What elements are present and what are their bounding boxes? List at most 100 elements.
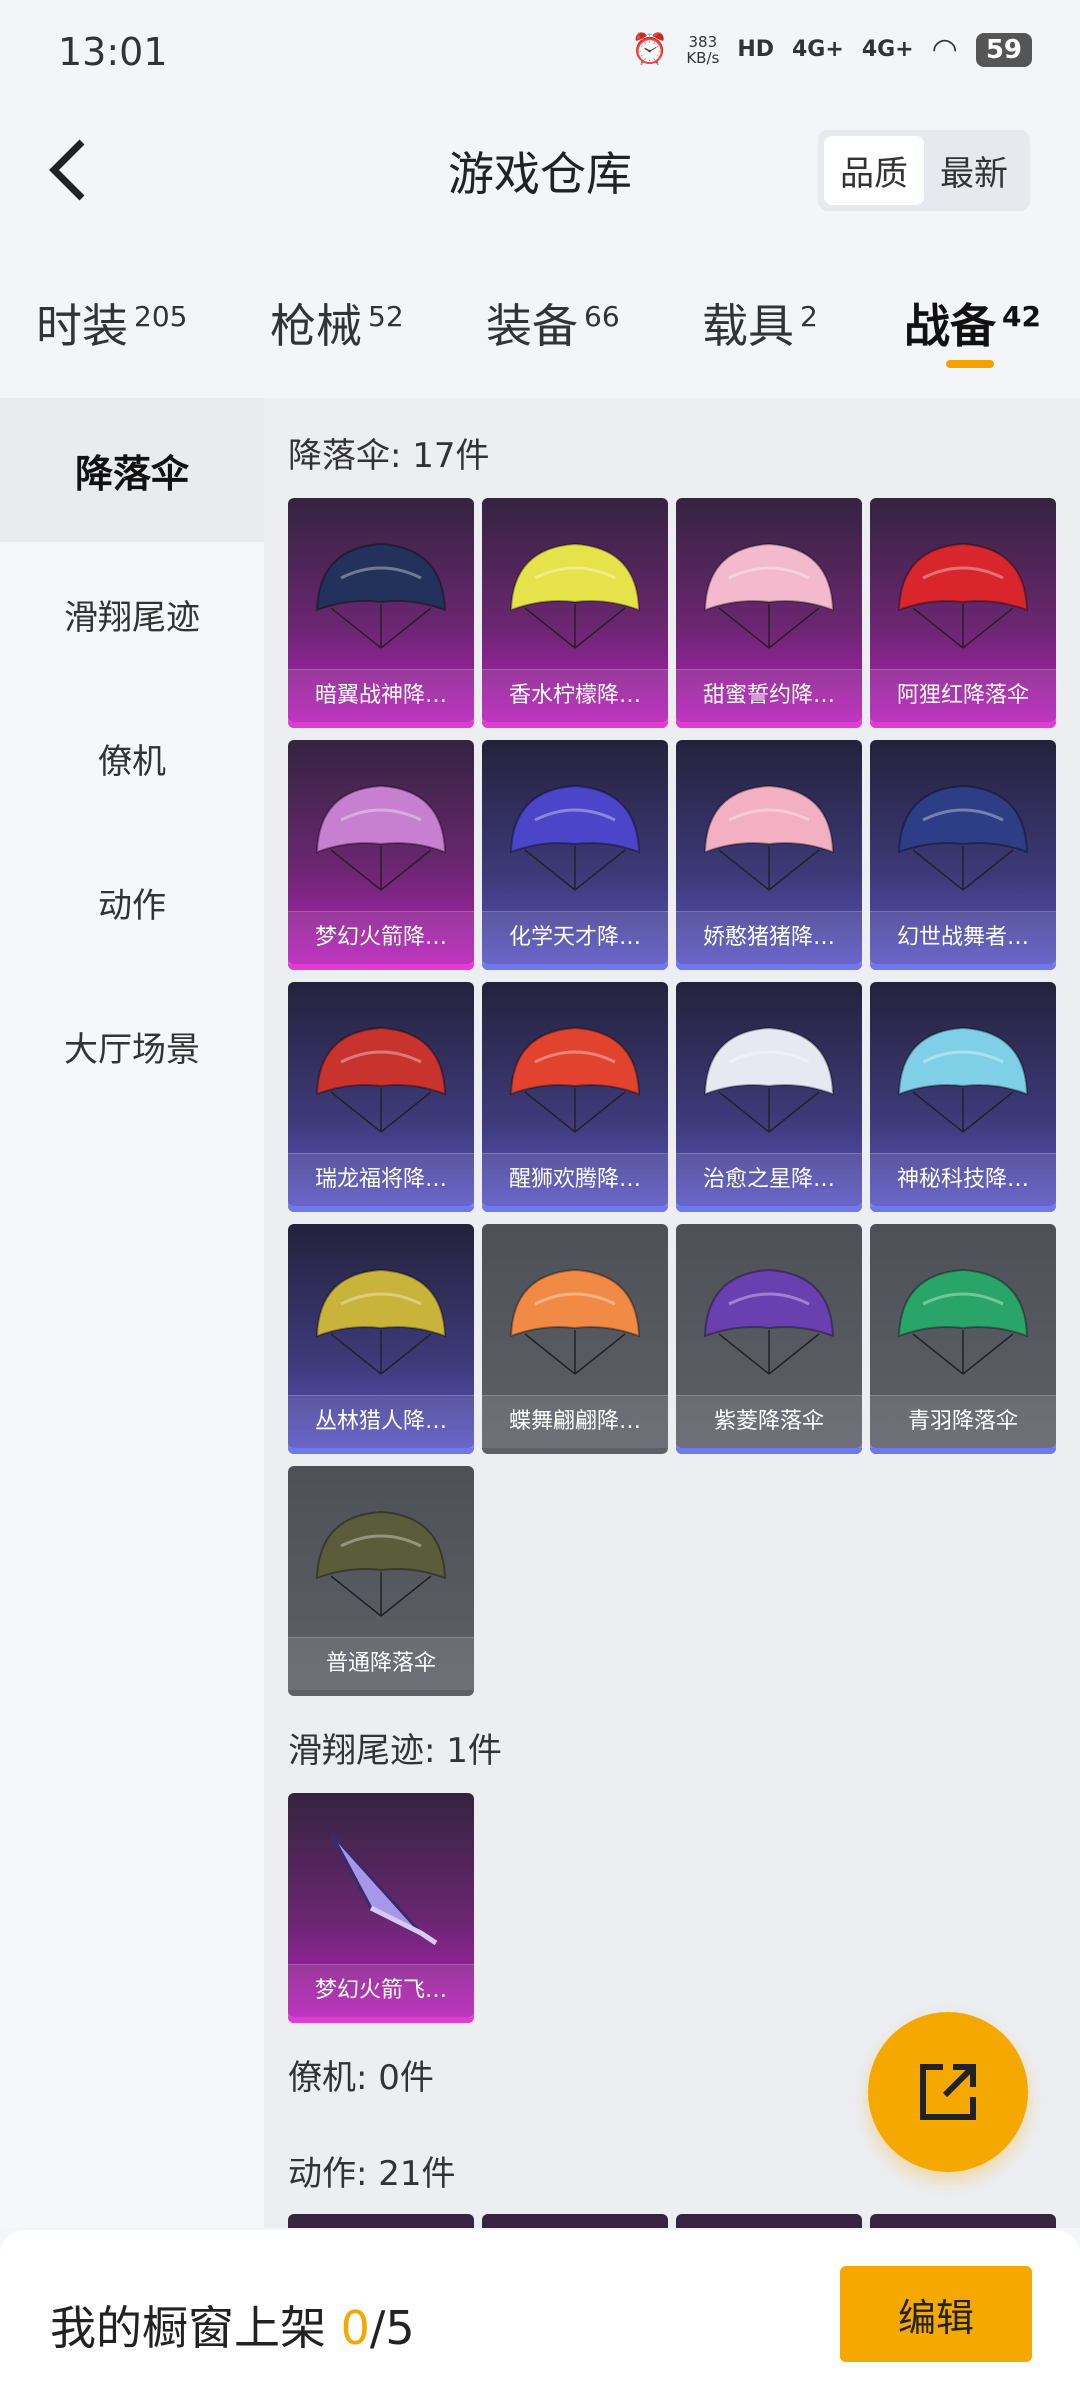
- item-card[interactable]: [676, 2214, 862, 2228]
- trail-grid: 梦幻火箭飞…: [288, 1793, 1056, 2023]
- item-content: 降落伞: 17件 暗翼战神降… 香水柠檬降… 甜蜜誓约降… 阿狸红降落伞梦幻火箭降… 化…: [264, 398, 1080, 2228]
- section-title-wingman: 僚机: 0件: [288, 2058, 434, 2098]
- item-card[interactable]: 香水柠檬降…: [482, 498, 668, 728]
- tab-count: 66: [584, 299, 620, 333]
- status-time: 13:01: [58, 30, 168, 74]
- hd-icon: HD: [737, 37, 774, 62]
- showcase-status: 我的橱窗上架 0/5: [50, 2292, 415, 2358]
- item-name: 娇憨猪猪降…: [676, 911, 862, 964]
- item-card[interactable]: 紫菱降落伞: [676, 1224, 862, 1454]
- item-card[interactable]: [482, 2214, 668, 2228]
- item-name: 梦幻火箭飞…: [288, 1964, 474, 2017]
- item-card[interactable]: 醒狮欢腾降…: [482, 982, 668, 1212]
- parachute-icon: [315, 784, 447, 891]
- section-title-trail: 滑翔尾迹: 1件: [288, 1731, 502, 1771]
- emote-grid: [288, 2214, 1056, 2228]
- share-button[interactable]: [868, 2012, 1028, 2172]
- sidebar: 降落伞 滑翔尾迹 僚机 动作 大厅场景: [0, 398, 264, 2228]
- showcase-current: 0: [340, 2301, 370, 2355]
- battery-icon: 59: [975, 32, 1032, 67]
- item-name: 醒狮欢腾降…: [482, 1153, 668, 1206]
- item-name: 暗翼战神降…: [288, 669, 474, 722]
- parachute-icon: [897, 542, 1029, 649]
- item-card[interactable]: 化学天才降…: [482, 740, 668, 970]
- item-name: 幻世战舞者…: [870, 911, 1056, 964]
- net-speed: 383 KB/s: [686, 34, 719, 66]
- tab-label: 装备: [486, 299, 578, 353]
- signal-icon-2: 4G+: [861, 37, 914, 62]
- active-tab-indicator: [946, 360, 994, 368]
- item-card[interactable]: 娇憨猪猪降…: [676, 740, 862, 970]
- tab-label: 时装: [36, 299, 128, 353]
- item-name: 蝶舞翩翩降…: [482, 1395, 668, 1448]
- tab-label: 枪械: [270, 299, 362, 353]
- item-card[interactable]: 丛林猎人降…: [288, 1224, 474, 1454]
- parachute-icon: [509, 784, 641, 891]
- glide-trail-icon: [329, 1831, 438, 1946]
- tab-label: 战备: [904, 299, 996, 353]
- parachute-icon: [703, 542, 835, 649]
- item-card[interactable]: 梦幻火箭降…: [288, 740, 474, 970]
- item-name: 阿狸红降落伞: [870, 669, 1056, 722]
- sidebar-item-emote[interactable]: 动作: [0, 830, 264, 974]
- bottom-bar: 我的橱窗上架 0/5 编辑: [0, 2230, 1080, 2400]
- category-tabs: 时装 205 枪械 52 装备 66 载具 2 战备 42: [0, 260, 1080, 380]
- tab-guns[interactable]: 枪械 52: [270, 290, 404, 356]
- item-name: 梦幻火箭降…: [288, 911, 474, 964]
- tab-vehicles[interactable]: 载具 2: [702, 290, 818, 356]
- section-title-parachute: 降落伞: 17件: [288, 436, 490, 476]
- parachute-icon: [509, 1268, 641, 1375]
- showcase-label: 我的橱窗上架: [50, 2301, 326, 2355]
- item-name: 青羽降落伞: [870, 1395, 1056, 1448]
- tab-count: 205: [134, 299, 188, 333]
- item-card[interactable]: 梦幻火箭飞…: [288, 1793, 474, 2023]
- parachute-grid: 暗翼战神降… 香水柠檬降… 甜蜜誓约降… 阿狸红降落伞梦幻火箭降… 化学天才降… 娇憨猪猪…: [288, 498, 1056, 1696]
- edit-button[interactable]: 编辑: [840, 2266, 1032, 2362]
- parachute-icon: [897, 784, 1029, 891]
- tab-readiness[interactable]: 战备 42: [904, 290, 1041, 368]
- sidebar-item-wingman[interactable]: 僚机: [0, 686, 264, 830]
- item-card[interactable]: 青羽降落伞: [870, 1224, 1056, 1454]
- sidebar-item-parachute[interactable]: 降落伞: [0, 398, 264, 542]
- item-card[interactable]: 普通降落伞: [288, 1466, 474, 1696]
- tab-label: 载具: [702, 299, 794, 353]
- parachute-icon: [509, 1026, 641, 1133]
- tab-count: 2: [800, 299, 818, 333]
- item-card[interactable]: 阿狸红降落伞: [870, 498, 1056, 728]
- item-name: 瑞龙福将降…: [288, 1153, 474, 1206]
- parachute-icon: [509, 542, 641, 649]
- item-name: 紫菱降落伞: [676, 1395, 862, 1448]
- tab-equipment[interactable]: 装备 66: [486, 290, 620, 356]
- sidebar-item-lobby-scene[interactable]: 大厅场景: [0, 974, 264, 1118]
- parachute-icon: [315, 1026, 447, 1133]
- item-card[interactable]: 幻世战舞者…: [870, 740, 1056, 970]
- status-bar: 13:01 ⏰ 383 KB/s HD 4G+ 4G+ ◠ 59: [0, 0, 1080, 110]
- item-card[interactable]: [870, 2214, 1056, 2228]
- sort-toggle: 品质 最新: [818, 130, 1030, 211]
- item-card[interactable]: 蝶舞翩翩降…: [482, 1224, 668, 1454]
- item-name: 化学天才降…: [482, 911, 668, 964]
- item-name: 甜蜜誓约降…: [676, 669, 862, 722]
- item-card[interactable]: 暗翼战神降…: [288, 498, 474, 728]
- item-name: 香水柠檬降…: [482, 669, 668, 722]
- share-icon: [920, 2064, 976, 2120]
- signal-icon: 4G+: [792, 37, 844, 62]
- item-card[interactable]: [288, 2214, 474, 2228]
- section-title-emote: 动作: 21件: [288, 2154, 456, 2194]
- parachute-icon: [897, 1268, 1029, 1375]
- parachute-icon: [703, 1268, 835, 1375]
- item-card[interactable]: 神秘科技降…: [870, 982, 1056, 1212]
- sidebar-item-glide-trail[interactable]: 滑翔尾迹: [0, 542, 264, 686]
- parachute-icon: [897, 1026, 1029, 1133]
- tab-fashion[interactable]: 时装 205: [36, 290, 187, 356]
- showcase-total: /5: [369, 2301, 415, 2355]
- item-name: 神秘科技降…: [870, 1153, 1056, 1206]
- item-card[interactable]: 治愈之星降…: [676, 982, 862, 1212]
- parachute-icon: [315, 1268, 447, 1375]
- item-card[interactable]: 甜蜜誓约降…: [676, 498, 862, 728]
- tab-count: 42: [1002, 299, 1041, 333]
- status-icons: ⏰ 383 KB/s HD 4G+ 4G+ ◠ 59: [631, 32, 1032, 67]
- sort-newest-button[interactable]: 最新: [924, 136, 1024, 205]
- item-card[interactable]: 瑞龙福将降…: [288, 982, 474, 1212]
- sort-quality-button[interactable]: 品质: [824, 136, 924, 205]
